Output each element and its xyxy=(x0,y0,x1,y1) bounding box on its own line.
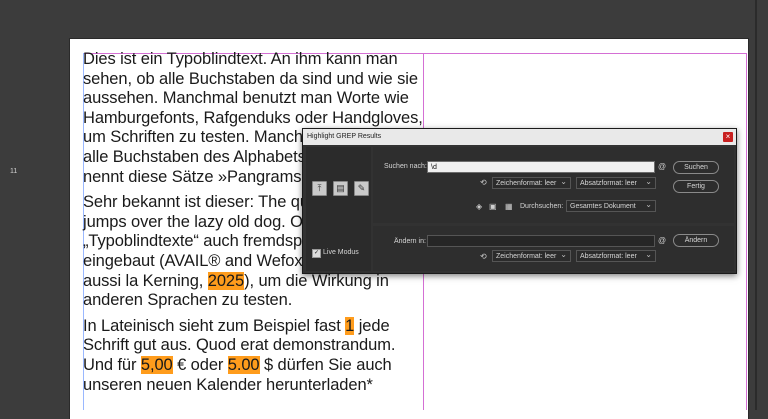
arrow-up-to-top-icon[interactable]: ⤒ xyxy=(312,181,327,196)
text-run: € oder xyxy=(172,355,228,374)
replace-options-icon[interactable]: @ xyxy=(658,236,666,246)
layers-icon[interactable]: ◈ xyxy=(476,202,482,212)
done-button[interactable]: Fertig xyxy=(673,180,719,193)
char-format-dropdown[interactable]: Zeichenformat: leer xyxy=(492,176,571,189)
clear-format-icon[interactable]: ⟲ xyxy=(480,178,487,188)
search-in-label: Durchsuchen: xyxy=(520,203,564,210)
master-pages-icon[interactable]: ▣ xyxy=(489,202,497,212)
clipboard-icon[interactable]: ▤ xyxy=(333,181,348,196)
grep-match-highlight: 1 xyxy=(345,316,355,335)
highlight-grep-dialog: Highlight GREP Results × ⤒ ▤ ✎ ✓ Live Mo… xyxy=(302,128,737,274)
footnote-icon[interactable]: ▦ xyxy=(505,202,513,212)
search-input[interactable]: \d xyxy=(427,161,655,173)
dialog-title: Highlight GREP Results xyxy=(307,133,382,140)
live-mode-label: Live Modus xyxy=(323,249,359,256)
margin-guide-right xyxy=(746,53,747,410)
replace-section xyxy=(373,226,734,271)
pasteboard-edge xyxy=(755,0,757,410)
grep-match-highlight: 5.00 xyxy=(227,355,260,374)
search-options-icon[interactable]: @ xyxy=(658,162,666,172)
search-in-dropdown[interactable]: Gesamtes Dokument xyxy=(566,199,656,212)
replace-button[interactable]: Ändern xyxy=(673,234,719,247)
live-mode-checkbox[interactable]: ✓ xyxy=(312,249,321,258)
replace-input[interactable] xyxy=(427,235,655,247)
magic-wand-icon[interactable]: ✎ xyxy=(354,181,369,196)
close-icon[interactable]: × xyxy=(723,132,733,142)
search-button[interactable]: Suchen xyxy=(673,161,719,174)
grep-match-highlight: 5,00 xyxy=(140,355,173,374)
result-count: 11 xyxy=(10,168,18,175)
text-paragraph: In Lateinisch sieht zum Beispiel fast 1 … xyxy=(83,316,428,395)
dialog-titlebar[interactable]: Highlight GREP Results × xyxy=(303,129,736,145)
text-run: In Lateinisch sieht zum Beispiel fast xyxy=(83,316,346,335)
search-label: Suchen nach: xyxy=(384,163,427,170)
para-format-dropdown[interactable]: Absatzformat: leer xyxy=(576,176,656,189)
grep-match-highlight: 2025 xyxy=(207,271,245,290)
replace-para-format-dropdown[interactable]: Absatzformat: leer xyxy=(576,249,656,262)
clear-replace-format-icon[interactable]: ⟲ xyxy=(480,252,487,262)
replace-label: Ändern in: xyxy=(394,238,426,245)
replace-char-format-dropdown[interactable]: Zeichenformat: leer xyxy=(492,249,571,262)
